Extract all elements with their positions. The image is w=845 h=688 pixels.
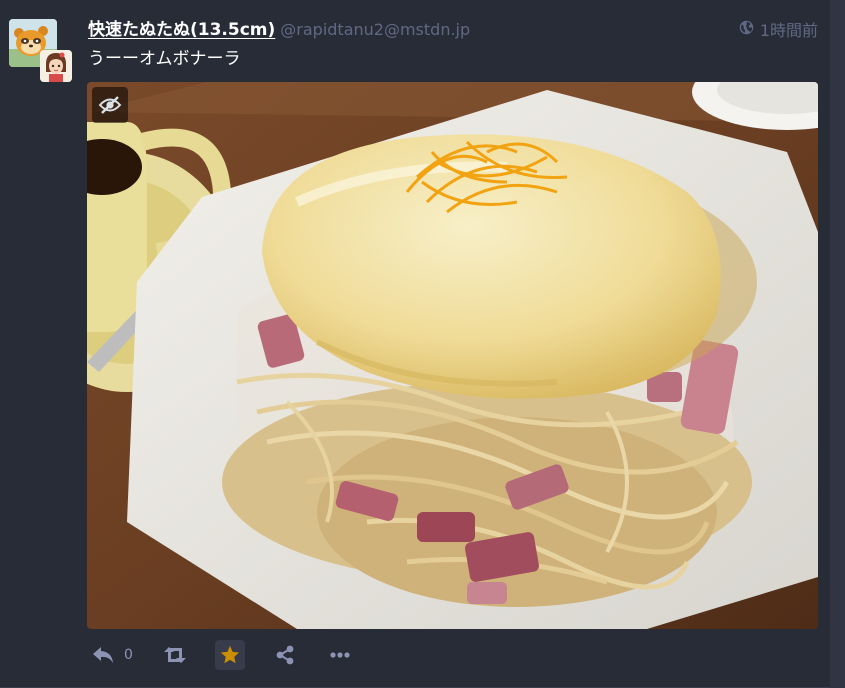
share-icon xyxy=(276,645,294,665)
scroll-track[interactable] xyxy=(830,0,845,688)
hide-media-button[interactable] xyxy=(92,87,128,123)
status-meta[interactable]: 1時間前 xyxy=(739,17,818,41)
favourite-button[interactable] xyxy=(215,640,245,670)
share-button[interactable] xyxy=(270,640,300,670)
eye-slash-icon xyxy=(98,96,122,114)
boosting-account-avatar[interactable] xyxy=(40,50,72,82)
more-button[interactable] xyxy=(325,640,355,670)
girl-avatar-illustration xyxy=(40,50,72,82)
account-handle[interactable]: @rapidtanu2@mstdn.jp xyxy=(280,20,470,39)
media-attachment-photo[interactable] xyxy=(87,82,818,629)
status-header: 快速たぬたぬ(13.5cm) @rapidtanu2@mstdn.jp xyxy=(88,15,470,41)
relative-time[interactable]: 1時間前 xyxy=(760,17,818,41)
star-icon xyxy=(220,645,240,664)
ellipsis-icon xyxy=(330,652,350,658)
status-card: 快速たぬたぬ(13.5cm) @rapidtanu2@mstdn.jp 1時間前… xyxy=(0,0,845,688)
retweet-icon xyxy=(164,647,186,663)
reply-count: 0 xyxy=(124,647,133,663)
reply-icon xyxy=(93,647,113,663)
reply-button[interactable] xyxy=(88,640,118,670)
globe-icon xyxy=(739,20,754,39)
boost-button[interactable] xyxy=(160,640,190,670)
omelette-carbonara-photo xyxy=(87,82,818,629)
status-content: うーーオムボナーラ xyxy=(88,49,241,69)
display-name[interactable]: 快速たぬたぬ(13.5cm) xyxy=(88,15,275,40)
status-action-bar: 0 xyxy=(88,640,355,670)
